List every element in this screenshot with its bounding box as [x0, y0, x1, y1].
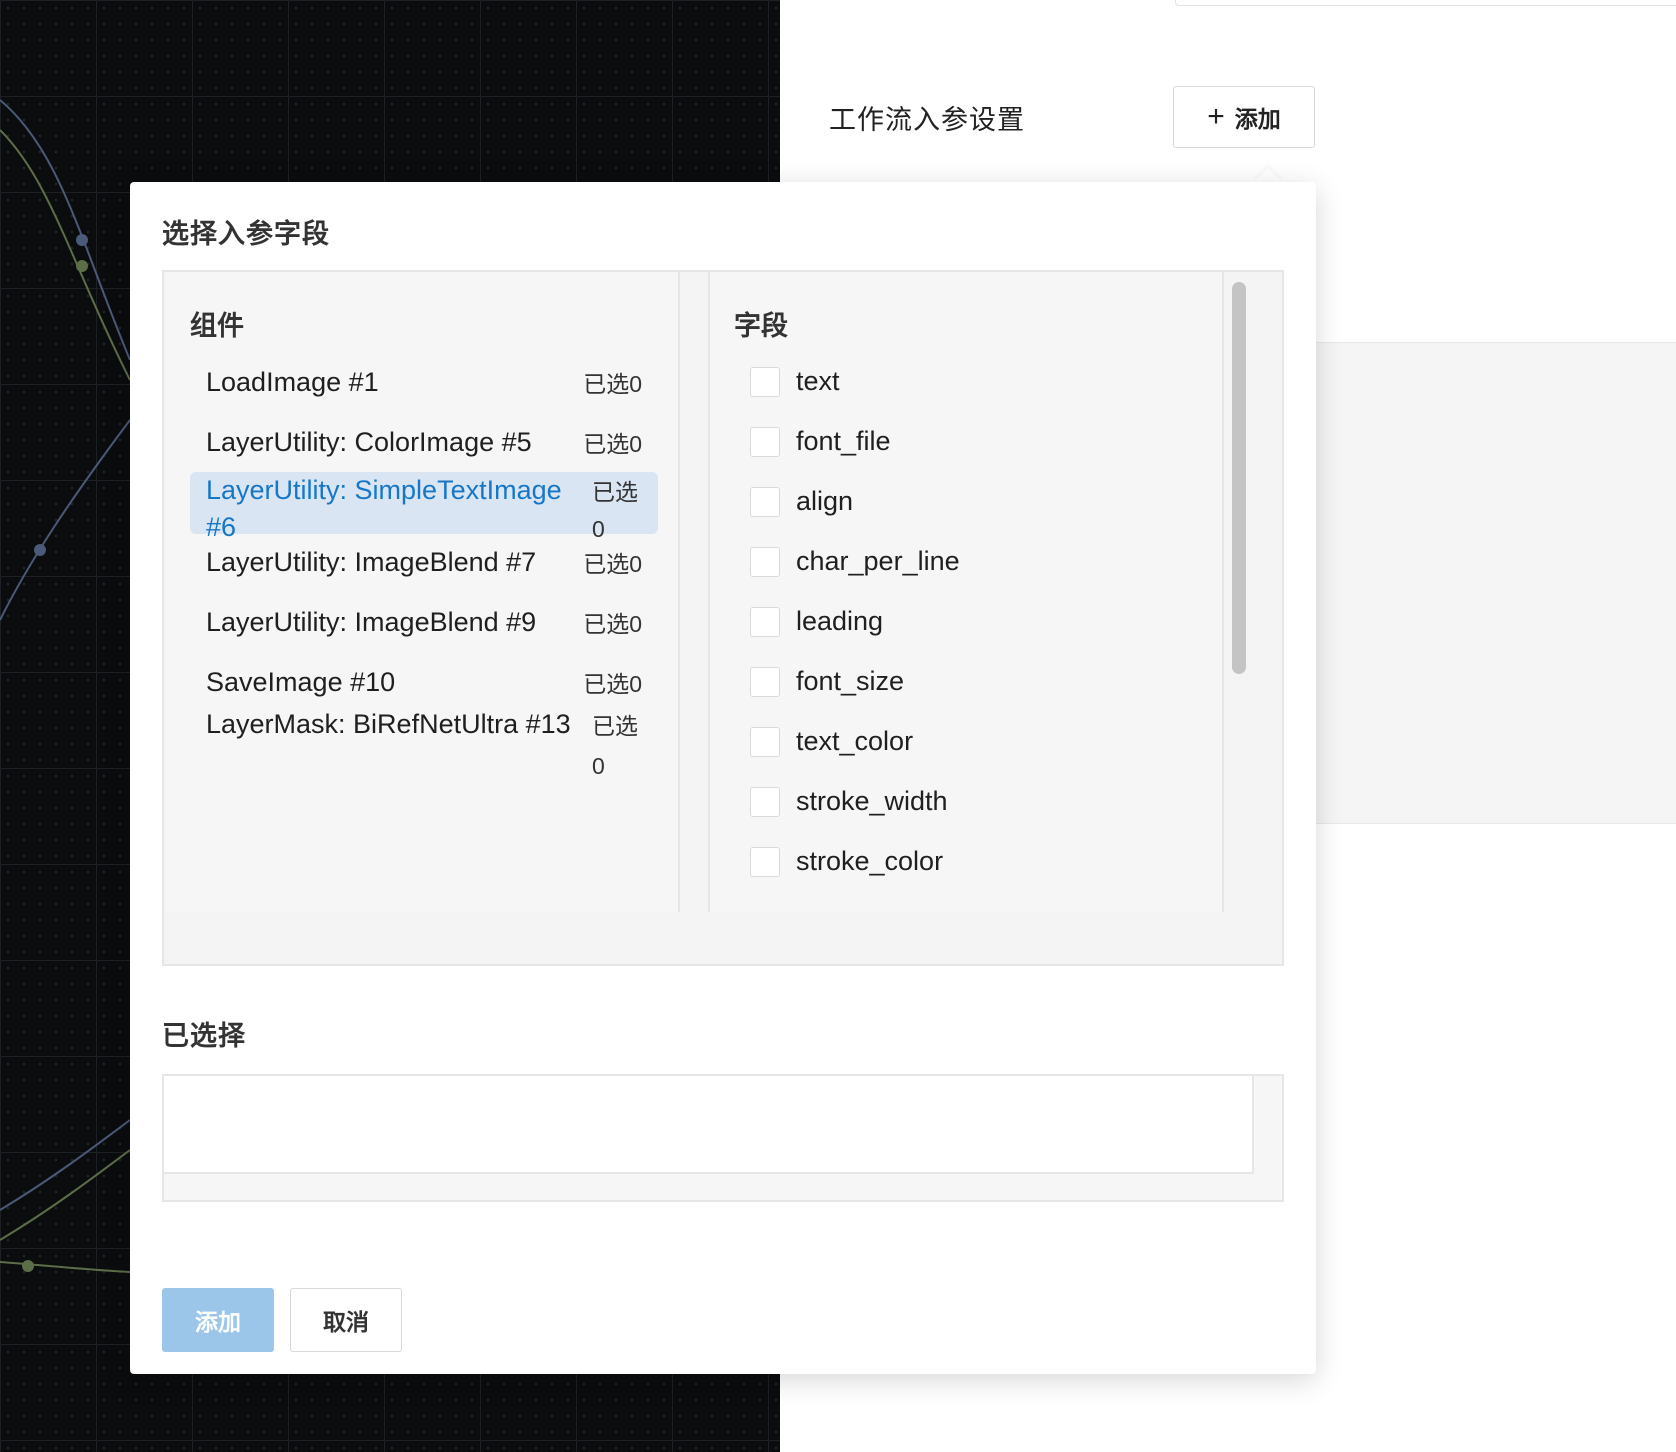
field-checkbox[interactable] — [750, 426, 780, 457]
field-option[interactable]: leading — [750, 606, 883, 637]
field-label: font_file — [796, 426, 891, 456]
field-label: leading — [796, 606, 884, 636]
select-params-popover: 选择入参字段 组件 LoadImage #1 已选0 LayerUtility:… — [130, 182, 1316, 1374]
cancel-button[interactable]: 取消 — [290, 1288, 402, 1352]
component-name: LayerUtility: ColorImage #5 — [206, 427, 532, 457]
fields-panel: 字段 text font_file align char_per_line le… — [708, 272, 1224, 912]
component-item[interactable]: LayerUtility: ColorImage #5 已选0 — [190, 422, 658, 464]
component-name: LayerUtility: SimpleTextImage #6 — [206, 475, 562, 542]
component-name: LayerUtility: ImageBlend #7 — [206, 547, 537, 577]
field-checkbox[interactable] — [750, 846, 780, 877]
component-name: LayerMask: BiRefNetUltra #13 — [206, 709, 571, 739]
field-checkbox[interactable] — [750, 606, 780, 637]
field-label: stroke_color — [796, 846, 944, 876]
component-selected-count: 已选0 — [592, 479, 638, 542]
component-selected-count: 已选0 — [583, 671, 642, 697]
field-option[interactable]: align — [750, 486, 853, 517]
fields-header: 字段 — [734, 311, 788, 341]
component-item[interactable]: LayerUtility: ImageBlend #9 已选0 — [190, 602, 658, 644]
component-item[interactable]: LayerMask: BiRefNetUltra #13 已选0 — [190, 704, 658, 786]
field-label: text — [796, 366, 840, 396]
field-option[interactable]: font_size — [750, 666, 904, 697]
component-item-selected[interactable]: LayerUtility: SimpleTextImage #6 已选0 — [190, 472, 658, 542]
components-header: 组件 — [190, 311, 244, 341]
field-checkbox[interactable] — [750, 786, 780, 817]
field-checkbox[interactable] — [750, 666, 780, 697]
component-name: LoadImage #1 — [206, 367, 379, 397]
component-selected-count: 已选0 — [583, 551, 642, 577]
workflow-params-label: 工作流入参设置 — [829, 105, 1025, 135]
component-selected-count: 已选0 — [583, 371, 642, 397]
field-option[interactable]: text — [750, 366, 840, 397]
confirm-add-button[interactable]: 添加 — [162, 1288, 274, 1352]
add-param-button[interactable]: + 添加 — [1173, 86, 1315, 148]
selected-section-label: 已选择 — [162, 1021, 246, 1051]
field-label: stroke_width — [796, 786, 948, 816]
popover-title: 选择入参字段 — [162, 219, 330, 249]
field-checkbox[interactable] — [750, 486, 780, 517]
component-item[interactable]: SaveImage #10 已选0 — [190, 662, 658, 704]
field-checkbox[interactable] — [750, 726, 780, 757]
field-label: text_color — [796, 726, 914, 756]
plus-icon: + — [1207, 100, 1225, 133]
component-item[interactable]: LayerUtility: ImageBlend #7 已选0 — [190, 542, 658, 584]
field-option[interactable]: char_per_line — [750, 546, 960, 577]
component-selected-count: 已选0 — [583, 431, 642, 457]
component-name: SaveImage #10 — [206, 667, 396, 697]
field-option[interactable]: stroke_color — [750, 846, 943, 877]
component-name: LayerUtility: ImageBlend #9 — [206, 607, 537, 637]
fields-scrollbar-thumb[interactable] — [1232, 282, 1246, 674]
params-table-area — [1316, 342, 1676, 824]
field-option[interactable]: text_color — [750, 726, 913, 757]
component-selected-count: 已选0 — [583, 611, 642, 637]
selected-fields-box — [162, 1074, 1284, 1202]
component-selected-count: 已选0 — [592, 713, 638, 779]
components-panel: 组件 LoadImage #1 已选0 LayerUtility: ColorI… — [166, 272, 680, 912]
field-checkbox[interactable] — [750, 546, 780, 577]
field-label: char_per_line — [796, 546, 960, 576]
field-checkbox[interactable] — [750, 366, 780, 397]
selected-fields-list — [164, 1076, 1254, 1174]
field-selector: 组件 LoadImage #1 已选0 LayerUtility: ColorI… — [162, 270, 1284, 966]
field-label: font_size — [796, 666, 905, 696]
field-option[interactable]: stroke_width — [750, 786, 948, 817]
add-param-button-label: 添加 — [1234, 106, 1281, 132]
field-option[interactable]: font_file — [750, 426, 891, 457]
field-label: align — [796, 486, 854, 516]
top-input-field[interactable] — [1175, 0, 1676, 6]
component-item[interactable]: LoadImage #1 已选0 — [190, 362, 658, 404]
